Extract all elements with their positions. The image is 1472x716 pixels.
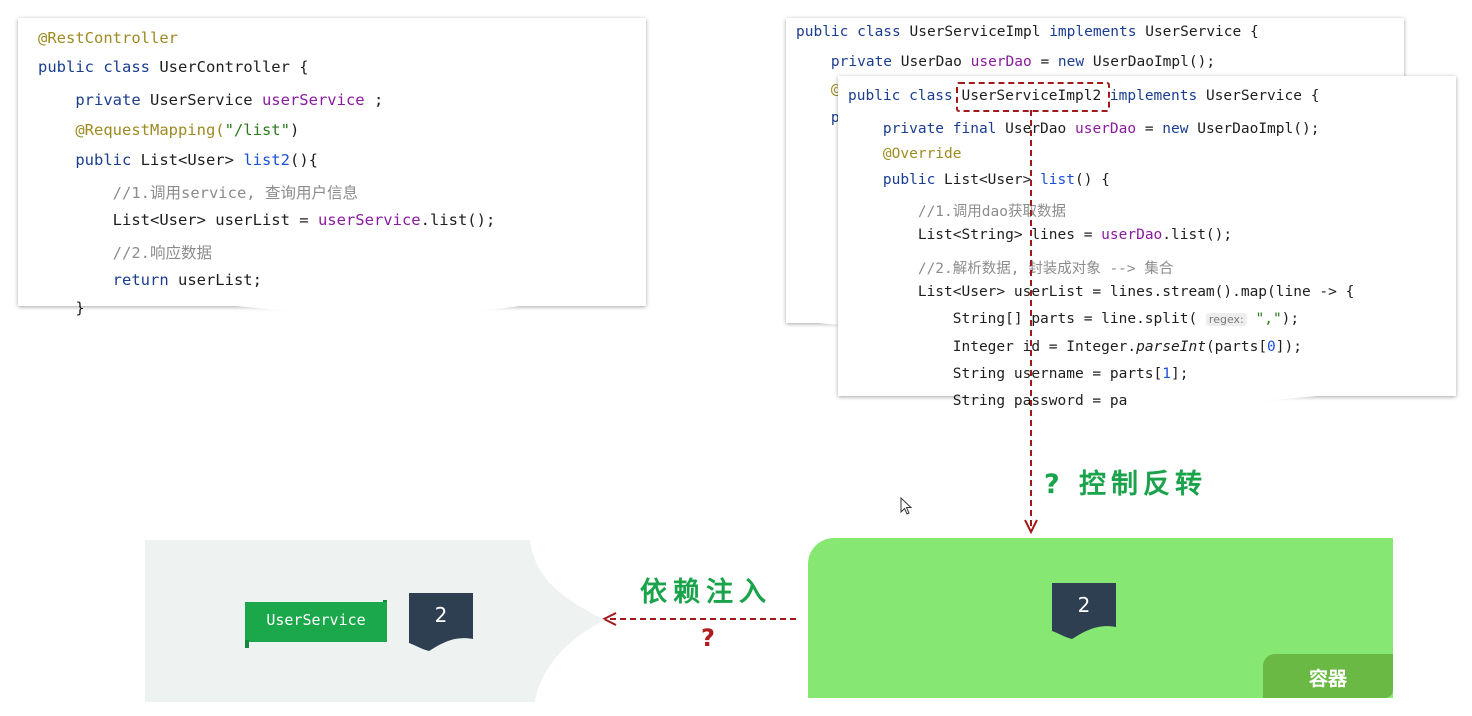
document-icon: 2 — [409, 593, 473, 653]
di-label-text: 依赖注入 — [640, 577, 772, 608]
di-label: 依赖注入 — [640, 570, 772, 609]
ioc-label: ? 控制反转 — [1044, 462, 1207, 501]
container-label-box: 容器 — [1263, 654, 1393, 698]
di-question-mark: ? — [701, 624, 715, 652]
container-label: 容器 — [1308, 668, 1347, 690]
document-icon: 2 — [1052, 583, 1116, 641]
container: 2 容器 — [808, 538, 1393, 698]
user-service-tag: UserService — [245, 600, 387, 648]
left-doc-number: 2 — [434, 603, 448, 627]
right-doc-number: 2 — [1077, 593, 1091, 617]
cursor-icon — [900, 496, 913, 515]
user-service-tag-label: UserService — [266, 611, 366, 629]
ioc-label-text: ? 控制反转 — [1044, 469, 1208, 500]
